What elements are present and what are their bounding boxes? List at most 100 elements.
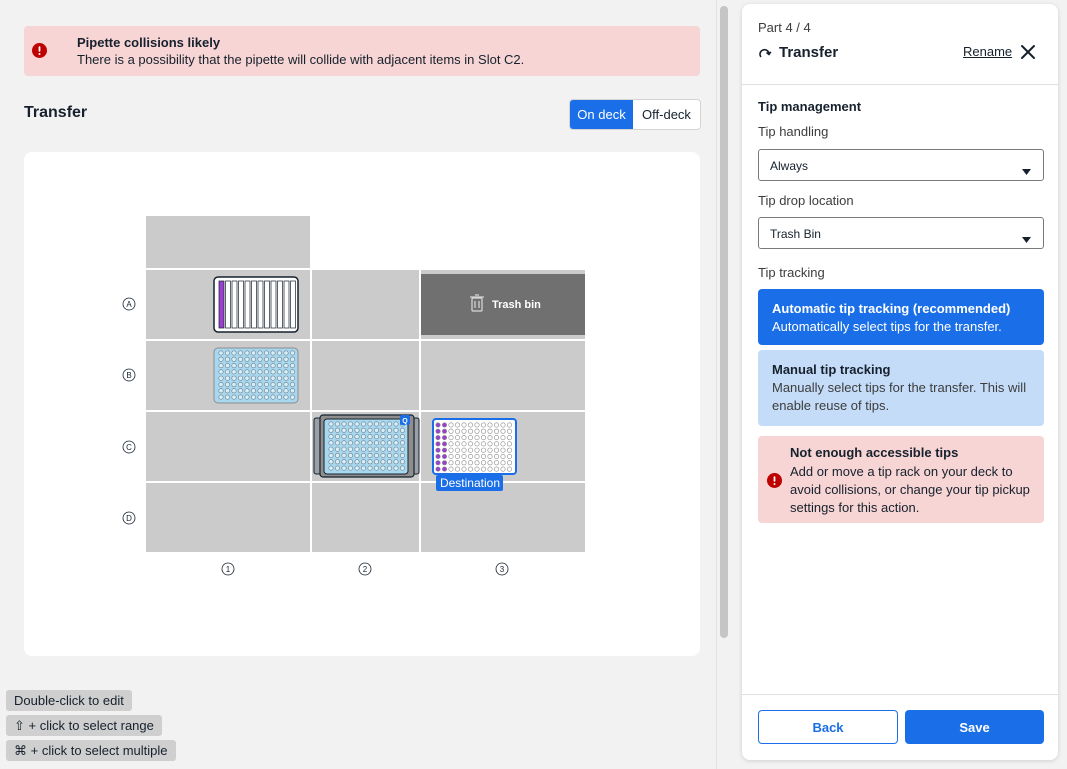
well — [231, 375, 237, 381]
tip-handling-label: Tip handling — [758, 124, 829, 139]
well — [360, 434, 366, 440]
reservoir-channel — [283, 280, 290, 329]
well — [480, 460, 486, 466]
well — [328, 440, 334, 446]
well — [225, 394, 231, 400]
well — [354, 446, 360, 452]
well — [225, 350, 231, 356]
well — [251, 375, 257, 381]
well — [393, 421, 399, 427]
well — [393, 440, 399, 446]
well — [467, 435, 473, 441]
tip-drop-select[interactable]: Trash Bin — [758, 217, 1044, 249]
well — [264, 382, 270, 388]
tip-drop-value: Trash Bin — [770, 227, 821, 241]
well — [360, 421, 366, 427]
deck-slot-d1[interactable] — [146, 483, 310, 552]
well — [454, 453, 460, 459]
tip-handling-select[interactable]: Always — [758, 149, 1044, 181]
well — [283, 363, 289, 369]
well — [218, 382, 224, 388]
row-label-b: B — [122, 368, 136, 382]
well — [231, 388, 237, 394]
well — [474, 453, 480, 459]
well — [354, 452, 360, 458]
well — [399, 465, 405, 471]
well — [474, 447, 480, 453]
well — [244, 382, 250, 388]
reservoir-labware[interactable] — [213, 276, 299, 333]
well — [380, 427, 386, 433]
well — [328, 465, 334, 471]
well — [441, 447, 447, 453]
well — [506, 460, 512, 466]
well — [399, 459, 405, 465]
well — [461, 422, 467, 428]
off-deck-toggle-button[interactable]: Off-deck — [633, 100, 700, 129]
well — [251, 350, 257, 356]
deck-slot-b3[interactable] — [421, 341, 585, 410]
well — [257, 375, 263, 381]
well — [289, 375, 295, 381]
well — [218, 356, 224, 362]
trash-bin[interactable]: Trash bin — [421, 274, 585, 335]
well — [454, 460, 460, 466]
save-button[interactable]: Save — [905, 710, 1044, 744]
on-deck-toggle-button[interactable]: On deck — [570, 100, 633, 129]
svg-text:B: B — [126, 371, 131, 380]
well — [347, 440, 353, 446]
well — [257, 394, 263, 400]
well — [461, 453, 467, 459]
deck-slot-d2[interactable] — [312, 483, 419, 552]
well — [393, 465, 399, 471]
deck-slot-c1[interactable] — [146, 412, 310, 481]
well — [373, 446, 379, 452]
well — [231, 356, 237, 362]
well — [238, 382, 244, 388]
well — [500, 435, 506, 441]
row-label-c: C — [122, 440, 136, 454]
deck-slot-b2[interactable] — [312, 341, 419, 410]
deck-slot-a2[interactable] — [312, 270, 419, 339]
deck-slot-top-extension — [146, 216, 310, 268]
well — [264, 356, 270, 362]
well — [399, 427, 405, 433]
well — [386, 465, 392, 471]
rename-link[interactable]: Rename — [963, 44, 1012, 59]
well-plate-b1[interactable] — [213, 347, 299, 404]
well — [487, 466, 493, 472]
well — [251, 382, 257, 388]
well — [270, 388, 276, 394]
warning-body: Add or move a tip rack on your deck to a… — [790, 464, 1030, 515]
well — [354, 434, 360, 440]
well — [354, 459, 360, 465]
well — [334, 440, 340, 446]
close-icon[interactable] — [1019, 43, 1037, 66]
well — [448, 447, 454, 453]
well — [474, 466, 480, 472]
well — [493, 428, 499, 434]
well — [347, 452, 353, 458]
well — [454, 447, 460, 453]
well — [399, 434, 405, 440]
back-button[interactable]: Back — [758, 710, 898, 744]
well — [441, 466, 447, 472]
module-c2[interactable]: Q — [313, 414, 420, 478]
deck-slot-d3[interactable] — [421, 483, 585, 552]
well — [487, 460, 493, 466]
well — [480, 453, 486, 459]
well — [270, 369, 276, 375]
well — [334, 421, 340, 427]
well — [467, 428, 473, 434]
scrollbar-thumb[interactable] — [720, 6, 728, 638]
well — [328, 446, 334, 452]
manual-tip-tracking-option[interactable]: Manual tip tracking Manually select tips… — [758, 350, 1044, 426]
well — [277, 350, 283, 356]
well — [493, 422, 499, 428]
well — [500, 447, 506, 453]
well — [480, 441, 486, 447]
well — [238, 375, 244, 381]
well — [386, 427, 392, 433]
automatic-tip-tracking-option[interactable]: Automatic tip tracking (recommended) Aut… — [758, 289, 1044, 345]
well — [461, 460, 467, 466]
